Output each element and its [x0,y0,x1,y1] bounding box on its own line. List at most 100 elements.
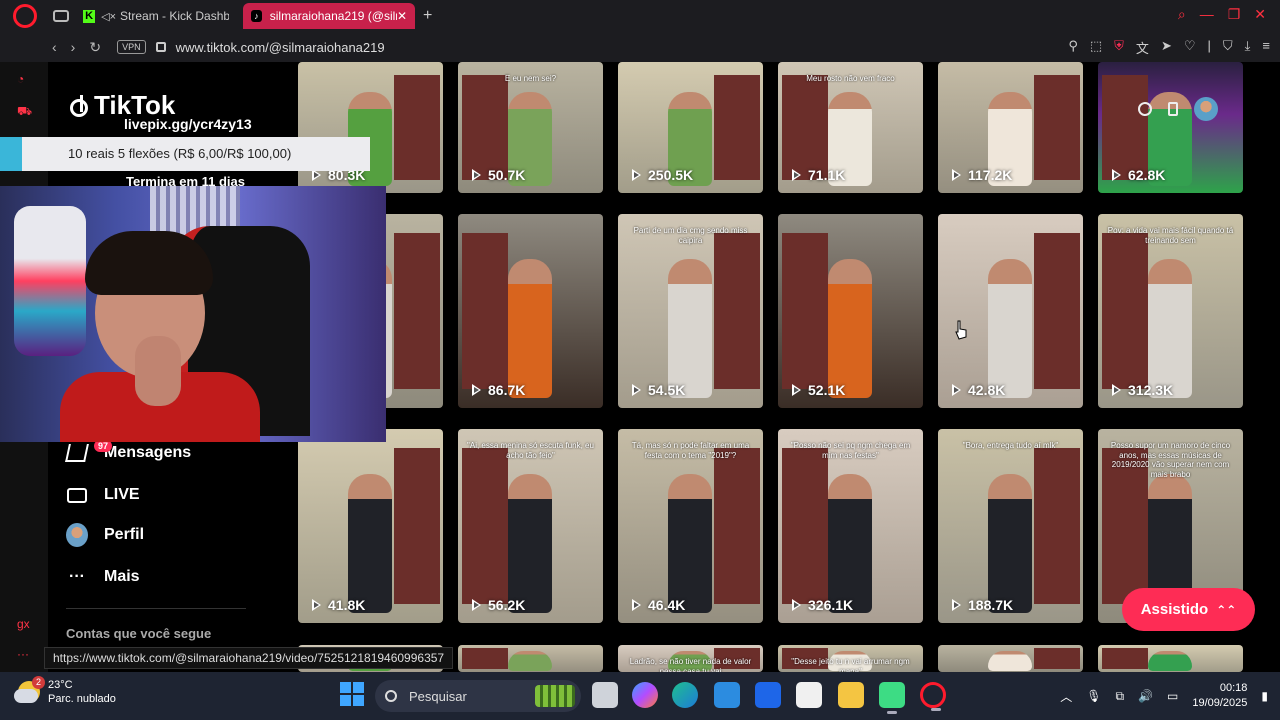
view-count: 42.8K [952,382,1005,398]
pin-icon[interactable]: ⚲ [1068,38,1078,57]
video-thumbnail[interactable] [1098,645,1243,672]
dropbox-icon[interactable] [755,682,781,708]
view-count-value: 188.7K [968,597,1014,613]
play-icon [1112,169,1121,181]
view-count: 71.1K [792,167,845,183]
video-thumbnail[interactable]: "Posso não sei pq ngm chega em mim nas f… [778,429,923,623]
snapshot-icon[interactable]: ⬚ [1090,38,1102,57]
streamer-hair [85,231,213,295]
close-window-icon[interactable]: ✕ [1254,6,1266,23]
taskbar-search[interactable]: Pesquisar [375,680,581,712]
new-tab-button[interactable]: + [423,7,432,25]
url-field[interactable]: www.tiktok.com/@silmaraiohana219 [176,40,385,55]
video-thumbnail[interactable]: Pov: a vida vai mais fácil quando tá tre… [1098,214,1243,408]
video-thumbnail[interactable]: Ladrão, se não tiver nada de valor nessa… [618,645,763,672]
video-thumbnail[interactable]: E eu nem sei? 50.7K [458,62,603,193]
streamer-hand [135,336,181,406]
microphone-icon[interactable]: 🎙 [1086,689,1101,703]
video-thumbnail[interactable] [458,645,603,672]
play-icon [472,169,481,181]
video-thumbnail[interactable]: 250.5K [618,62,763,193]
task-view-icon[interactable] [592,682,618,708]
mail-icon[interactable] [714,682,740,708]
adblock-shield-icon[interactable]: ⛨ [1114,38,1124,57]
video-thumbnail[interactable]: Tá, mas só n pode faltar em uma festa co… [618,429,763,623]
weather-widget[interactable]: 2 23°C Parc. nublado [14,676,116,706]
system-tray: ︿ 🎙 ⧉ 🔊 ▭ 00:18 19/09/2025 ▮ [1060,672,1268,720]
send-icon[interactable]: ➤ [1161,38,1172,57]
video-caption: Parti de um dia cmg sendo miss caipira [633,226,748,245]
video-thumbnail[interactable]: 52.1K [778,214,923,408]
menu-icon[interactable]: ≡ [1262,38,1270,57]
avatar[interactable] [1194,97,1218,121]
file-explorer-icon[interactable] [838,682,864,708]
video-thumbnail[interactable]: 86.7K [458,214,603,408]
door [1102,233,1148,389]
play-icon [952,599,961,611]
sidebar-item-messages[interactable]: 97 Mensagens [65,440,191,464]
back-icon[interactable]: ‹ [52,39,57,56]
sidebar-item-profile[interactable]: Perfil [66,523,144,547]
windows-start-icon[interactable] [340,682,364,706]
gx-icon[interactable]: gx [17,617,30,631]
battery-icon[interactable]: ▭ [1167,689,1178,703]
mute-icon[interactable]: ◁× [101,10,116,23]
edge-icon[interactable] [672,682,698,708]
more-icon[interactable]: ··· [17,647,29,661]
video-thumbnail[interactable]: 62.8K [1098,62,1243,193]
video-thumbnail[interactable]: 41.8K [298,429,443,623]
video-thumbnail[interactable]: Meu rosto não vem fraco 71.1K [778,62,923,193]
workspaces-icon[interactable] [53,10,69,22]
video-thumbnail[interactable] [938,645,1083,672]
sidebar-item-live[interactable]: LIVE [66,484,140,506]
search-icon[interactable]: ⌕ [1178,6,1186,23]
double-chevron-up-icon: ⌃⌃ [1216,602,1237,617]
video-thumbnail[interactable]: "Ai, essa menina só escuta funk, eu acho… [458,429,603,623]
heart-icon[interactable]: ♡ [1184,38,1196,57]
view-count: 50.7K [472,167,525,183]
compass-icon[interactable] [1138,102,1152,116]
phone-icon[interactable] [1168,102,1178,116]
amazon-icon[interactable] [796,682,822,708]
door [462,647,508,670]
history-icon[interactable]: ◔ [17,72,24,86]
copilot-icon[interactable] [632,682,658,708]
messenger-icon[interactable]: ⛟ [17,104,32,120]
play-icon [472,384,481,396]
door [782,75,828,180]
watched-button[interactable]: Assistido ⌃⌃ [1122,588,1255,631]
floating-controls [1128,92,1240,126]
tab-kick-dashboard[interactable]: K ◁× Stream - Kick Dashbo [75,3,237,29]
reload-icon[interactable]: ↻ [89,39,101,56]
clock[interactable]: 00:18 19/09/2025 [1192,681,1247,711]
video-thumbnail[interactable]: "Bora, entrega tudo aí mlk" 188.7K [938,429,1083,623]
android-app-icon[interactable] [879,682,905,714]
lock-icon[interactable] [155,42,166,52]
kick-logo-icon: K [83,9,96,23]
forward-icon[interactable]: › [71,39,76,56]
video-thumbnail[interactable]: 42.8K [938,214,1083,408]
opera-gx-icon[interactable] [920,682,946,711]
tab-tiktok-profile[interactable]: ♪ silmaraiohana219 (@silma ✕ [243,3,415,29]
video-thumbnail[interactable]: Parti de um dia cmg sendo miss caipira 54… [618,214,763,408]
screen-share-icon[interactable]: ⧉ [1115,689,1124,704]
livepix-link: livepix.gg/ycr4zy13 [124,116,252,132]
vpn-badge[interactable]: VPN [117,40,146,54]
download-icon[interactable]: ⤓ [1245,38,1251,57]
video-thumbnail[interactable]: "Desse jeito tu n vai arrumar ngm mana" [778,645,923,672]
translate-icon[interactable]: 文 [1136,38,1149,57]
volume-icon[interactable]: 🔊 [1138,689,1153,703]
video-thumbnail[interactable]: 80.3K [298,62,443,193]
wallet-icon[interactable]: ⛉ [1223,38,1233,57]
video-caption: "Desse jeito tu n vai arrumar ngm mana" [791,657,910,672]
opera-logo-icon[interactable] [13,4,37,28]
goal-progress-fill [0,137,23,171]
browser-toolbar: ⚲ ⬚ ⛨ 文 ➤ ♡ | ⛉ ⤓ ≡ [1068,38,1270,57]
notification-icon[interactable]: ▮ [1261,689,1268,703]
close-icon[interactable]: ✕ [397,9,407,23]
video-thumbnail[interactable]: 117.2K [938,62,1083,193]
maximize-icon[interactable]: ❐ [1228,6,1241,23]
minimize-icon[interactable]: — [1200,6,1214,23]
sidebar-item-more[interactable]: ··· Mais [66,566,140,588]
chevron-up-icon[interactable]: ︿ [1060,688,1072,705]
